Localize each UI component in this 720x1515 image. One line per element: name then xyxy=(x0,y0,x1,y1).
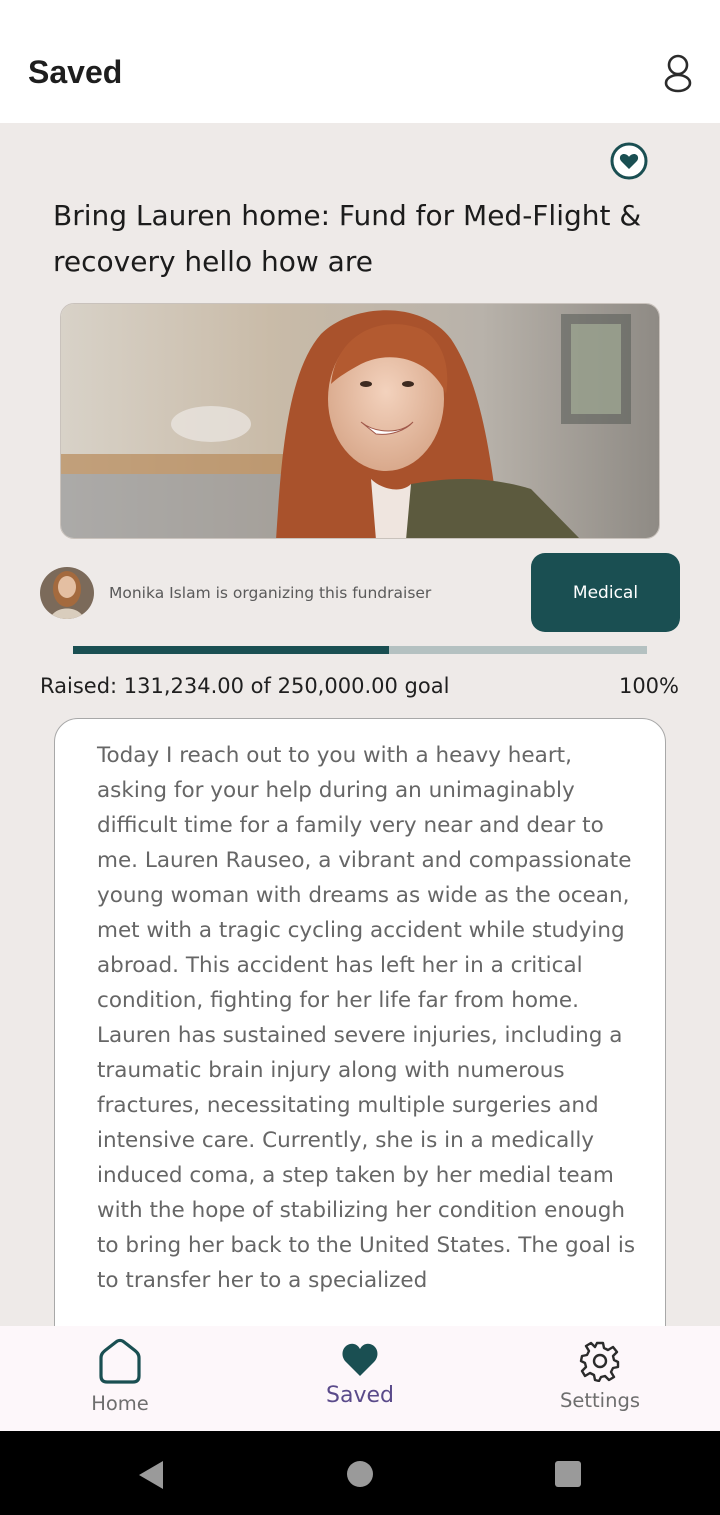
heart-circle-icon xyxy=(610,142,648,180)
system-nav-bar xyxy=(0,1431,720,1515)
home-circle-icon[interactable] xyxy=(346,1460,374,1488)
story-card[interactable]: Today I reach out to you with a heavy he… xyxy=(54,718,666,1326)
nav-item-saved[interactable]: Saved xyxy=(280,1326,440,1431)
progress-bar xyxy=(73,646,647,654)
bottom-nav: Home Saved Settings xyxy=(0,1326,720,1431)
progress-percent: 100% xyxy=(618,674,679,698)
organizer-text: Monika Islam is organizing this fundrais… xyxy=(109,584,432,602)
category-button[interactable]: Medical xyxy=(531,553,680,632)
organizer-row: Monika Islam is organizing this fundrais… xyxy=(40,567,510,619)
fundraiser-photo xyxy=(60,303,660,539)
progress-fill xyxy=(73,646,389,654)
raised-amount: Raised: 131,234.00 of 250,000.00 goal xyxy=(40,674,450,698)
avatar xyxy=(40,567,94,619)
back-icon[interactable] xyxy=(136,1459,166,1491)
recents-icon[interactable] xyxy=(554,1460,582,1488)
gear-icon xyxy=(579,1341,620,1382)
nav-item-home[interactable]: Home xyxy=(40,1326,200,1431)
nav-label-settings: Settings xyxy=(560,1389,640,1412)
home-icon xyxy=(99,1338,141,1384)
heart-icon xyxy=(342,1343,378,1376)
nav-label-home: Home xyxy=(91,1392,149,1415)
nav-label-saved: Saved xyxy=(326,1383,394,1408)
page-title: Saved xyxy=(28,54,123,90)
fundraiser-title: Bring Lauren home: Fund for Med-Flight &… xyxy=(53,199,642,278)
profile-button[interactable] xyxy=(656,52,700,96)
app-bar: Saved xyxy=(0,0,720,123)
person-outline-icon xyxy=(664,54,692,93)
story-text: Today I reach out to you with a heavy he… xyxy=(97,743,636,1293)
fundraiser-detail: Bring Lauren home: Fund for Med-Flight &… xyxy=(0,123,720,1326)
saved-toggle-button[interactable] xyxy=(608,140,650,182)
nav-item-settings[interactable]: Settings xyxy=(520,1326,680,1431)
